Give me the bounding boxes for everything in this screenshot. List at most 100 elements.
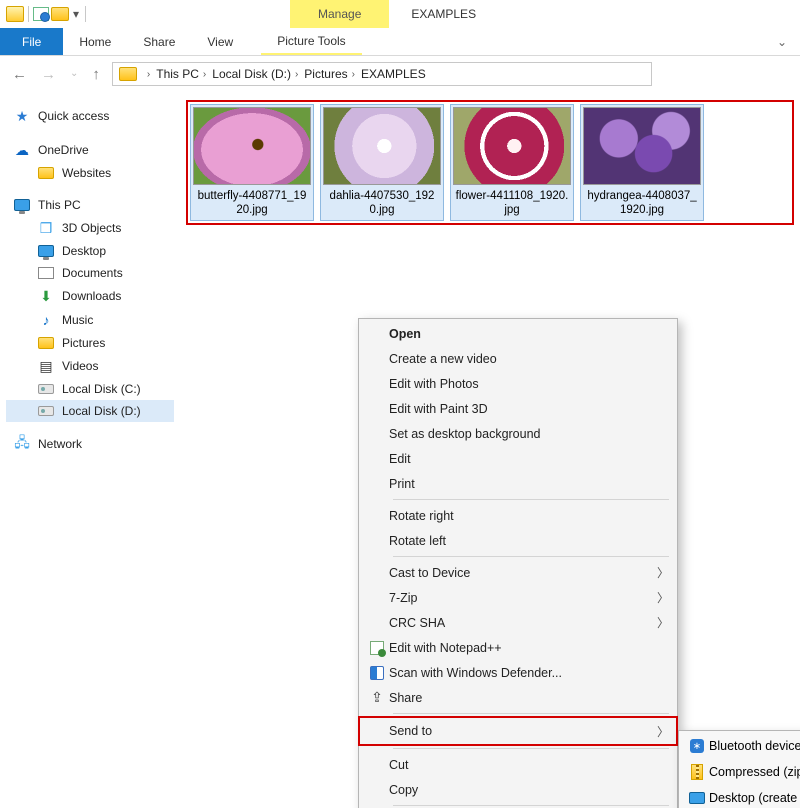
menu-item-edit-with-photos[interactable]: Edit with Photos (359, 371, 677, 396)
menu-item-edit[interactable]: Edit (359, 446, 677, 471)
content-pane: butterfly-4408771_1920.jpgdahlia-4407530… (180, 92, 800, 808)
cube-icon: ❒ (38, 220, 54, 236)
quick-access-toolbar: ▾ (4, 6, 90, 22)
breadcrumb[interactable]: EXAMPLES (361, 67, 426, 81)
network-icon: 🖧 (14, 436, 30, 452)
menu-label: Bluetooth device (709, 739, 800, 753)
menu-item-print[interactable]: Print (359, 471, 677, 496)
file-tab[interactable]: File (0, 28, 63, 55)
menu-item-open[interactable]: Open (359, 321, 677, 346)
menu-item-edit-with-notepad-[interactable]: Edit with Notepad++ (359, 635, 677, 660)
address-row: ← → ⌄ ↑ › This PC› Local Disk (D:)› Pict… (0, 56, 800, 92)
context-menu: OpenCreate a new video Edit with Photos Ed… (358, 318, 678, 808)
selection-highlight: butterfly-4408771_1920.jpgdahlia-4407530… (186, 100, 794, 225)
sendto-item-compressed-zipped-folder[interactable]: Compressed (zipped) folder (679, 759, 800, 785)
qat-separator (28, 6, 29, 22)
menu-item-send-to[interactable]: Send to〉 (359, 717, 677, 745)
nav-item-documents[interactable]: Documents (6, 262, 174, 284)
nav-label: Documents (62, 266, 123, 280)
nav-item-pictures[interactable]: Pictures (6, 332, 174, 354)
monitor-icon (38, 245, 54, 257)
nav-label: Network (38, 437, 82, 451)
npp-icon (370, 641, 384, 655)
nav-item-local-disk-d-[interactable]: Local Disk (D:) (6, 400, 174, 422)
thumbnail-image (193, 107, 311, 185)
nav-label: Local Disk (D:) (62, 404, 141, 418)
folder-icon (119, 67, 137, 81)
menu-item-rotate-left[interactable]: Rotate left (359, 528, 677, 553)
home-tab[interactable]: Home (63, 28, 127, 55)
menu-item-cut[interactable]: Cut (359, 752, 677, 777)
share-tab[interactable]: Share (127, 28, 191, 55)
menu-separator (393, 748, 669, 749)
nav-label: Videos (62, 359, 98, 373)
navigation-pane: ★ Quick access ☁ OneDrive Websites This … (0, 92, 180, 808)
recent-locations-icon[interactable]: ⌄ (70, 69, 78, 79)
menu-item-edit-with-paint-3d[interactable]: Edit with Paint 3D (359, 396, 677, 421)
music-icon: ♪ (38, 312, 54, 328)
menu-item-7-zip[interactable]: 7-Zip〉 (359, 585, 677, 610)
menu-label: Edit (389, 452, 669, 466)
menu-item-share[interactable]: ⇪Share (359, 685, 677, 710)
menu-item-set-as-desktop-background[interactable]: Set as desktop background (359, 421, 677, 446)
file-name: flower-4411108_1920.jpg (453, 189, 571, 218)
new-folder-icon[interactable] (51, 7, 69, 21)
menu-label: Edit with Photos (389, 377, 669, 391)
nav-item-desktop[interactable]: Desktop (6, 240, 174, 262)
nav-label: Local Disk (C:) (62, 382, 141, 396)
breadcrumb[interactable]: This PC› (156, 67, 206, 81)
drive-icon (38, 384, 54, 394)
menu-item-copy[interactable]: Copy (359, 777, 677, 802)
nav-label: OneDrive (38, 143, 89, 157)
sendto-item-bluetooth-device[interactable]: ∗Bluetooth device (679, 733, 800, 759)
breadcrumb[interactable]: Local Disk (D:)› (212, 67, 298, 81)
view-tab[interactable]: View (191, 28, 249, 55)
share-icon: ⇪ (369, 690, 385, 706)
back-button[interactable]: ← (12, 67, 27, 82)
qat-customize-icon[interactable]: ▾ (71, 6, 81, 22)
menu-item-crc-sha[interactable]: CRC SHA〉 (359, 610, 677, 635)
chevron-right-icon: 〉 (657, 589, 669, 606)
menu-item-cast-to-device[interactable]: Cast to Device〉 (359, 560, 677, 585)
up-button[interactable]: ↑ (92, 67, 100, 82)
ribbon: File Home Share View Picture Tools ⌄ (0, 28, 800, 56)
folder-icon[interactable] (6, 6, 24, 22)
drive-icon (38, 406, 54, 416)
nav-item-videos[interactable]: ▤ Videos (6, 354, 174, 378)
nav-item-local-disk-c-[interactable]: Local Disk (C:) (6, 378, 174, 400)
nav-item-3d-objects[interactable]: ❒3D Objects (6, 216, 174, 240)
menu-item-scan-with-windows-defender-[interactable]: Scan with Windows Defender... (359, 660, 677, 685)
nav-quick-access[interactable]: ★ Quick access (6, 104, 174, 128)
menu-separator (393, 556, 669, 557)
menu-item-rotate-right[interactable]: Rotate right (359, 503, 677, 528)
properties-icon[interactable] (33, 7, 49, 21)
menu-item-create-a-new-video[interactable]: Create a new video (359, 346, 677, 371)
document-icon (38, 267, 54, 279)
menu-label: Scan with Windows Defender... (389, 666, 669, 680)
address-bar[interactable]: › This PC› Local Disk (D:)› Pictures› EX… (112, 62, 652, 86)
picture-tools-tab[interactable]: Picture Tools (261, 28, 361, 55)
sendto-item-desktop-create-shortcut-[interactable]: Desktop (create shortcut) (679, 785, 800, 808)
menu-label: Copy (389, 783, 669, 797)
video-icon: ▤ (38, 358, 54, 374)
file-thumbnail[interactable]: butterfly-4408771_1920.jpg (190, 104, 314, 221)
nav-onedrive-websites[interactable]: Websites (6, 162, 174, 184)
file-thumbnail[interactable]: dahlia-4407530_1920.jpg (320, 104, 444, 221)
nav-item-music[interactable]: ♪Music (6, 308, 174, 332)
nav-item-downloads[interactable]: ⬇Downloads (6, 284, 174, 308)
sendto-submenu: ∗Bluetooth deviceCompressed (zipped) fol… (678, 730, 800, 808)
download-icon: ⬇ (38, 288, 54, 304)
nav-onedrive[interactable]: ☁ OneDrive (6, 138, 174, 162)
menu-label: Cut (389, 758, 669, 772)
collapse-ribbon-icon[interactable]: ⌄ (764, 28, 800, 55)
breadcrumb[interactable]: Pictures› (304, 67, 355, 81)
nav-network[interactable]: 🖧 Network (6, 432, 174, 456)
file-thumbnail[interactable]: flower-4411108_1920.jpg (450, 104, 574, 221)
menu-label: 7-Zip (389, 591, 657, 605)
menu-label: Send to (389, 724, 657, 738)
nav-this-pc[interactable]: This PC (6, 194, 174, 216)
body: ★ Quick access ☁ OneDrive Websites This … (0, 92, 800, 808)
cloud-icon: ☁ (14, 142, 30, 158)
forward-button[interactable]: → (41, 67, 56, 82)
file-thumbnail[interactable]: hydrangea-4408037_1920.jpg (580, 104, 704, 221)
